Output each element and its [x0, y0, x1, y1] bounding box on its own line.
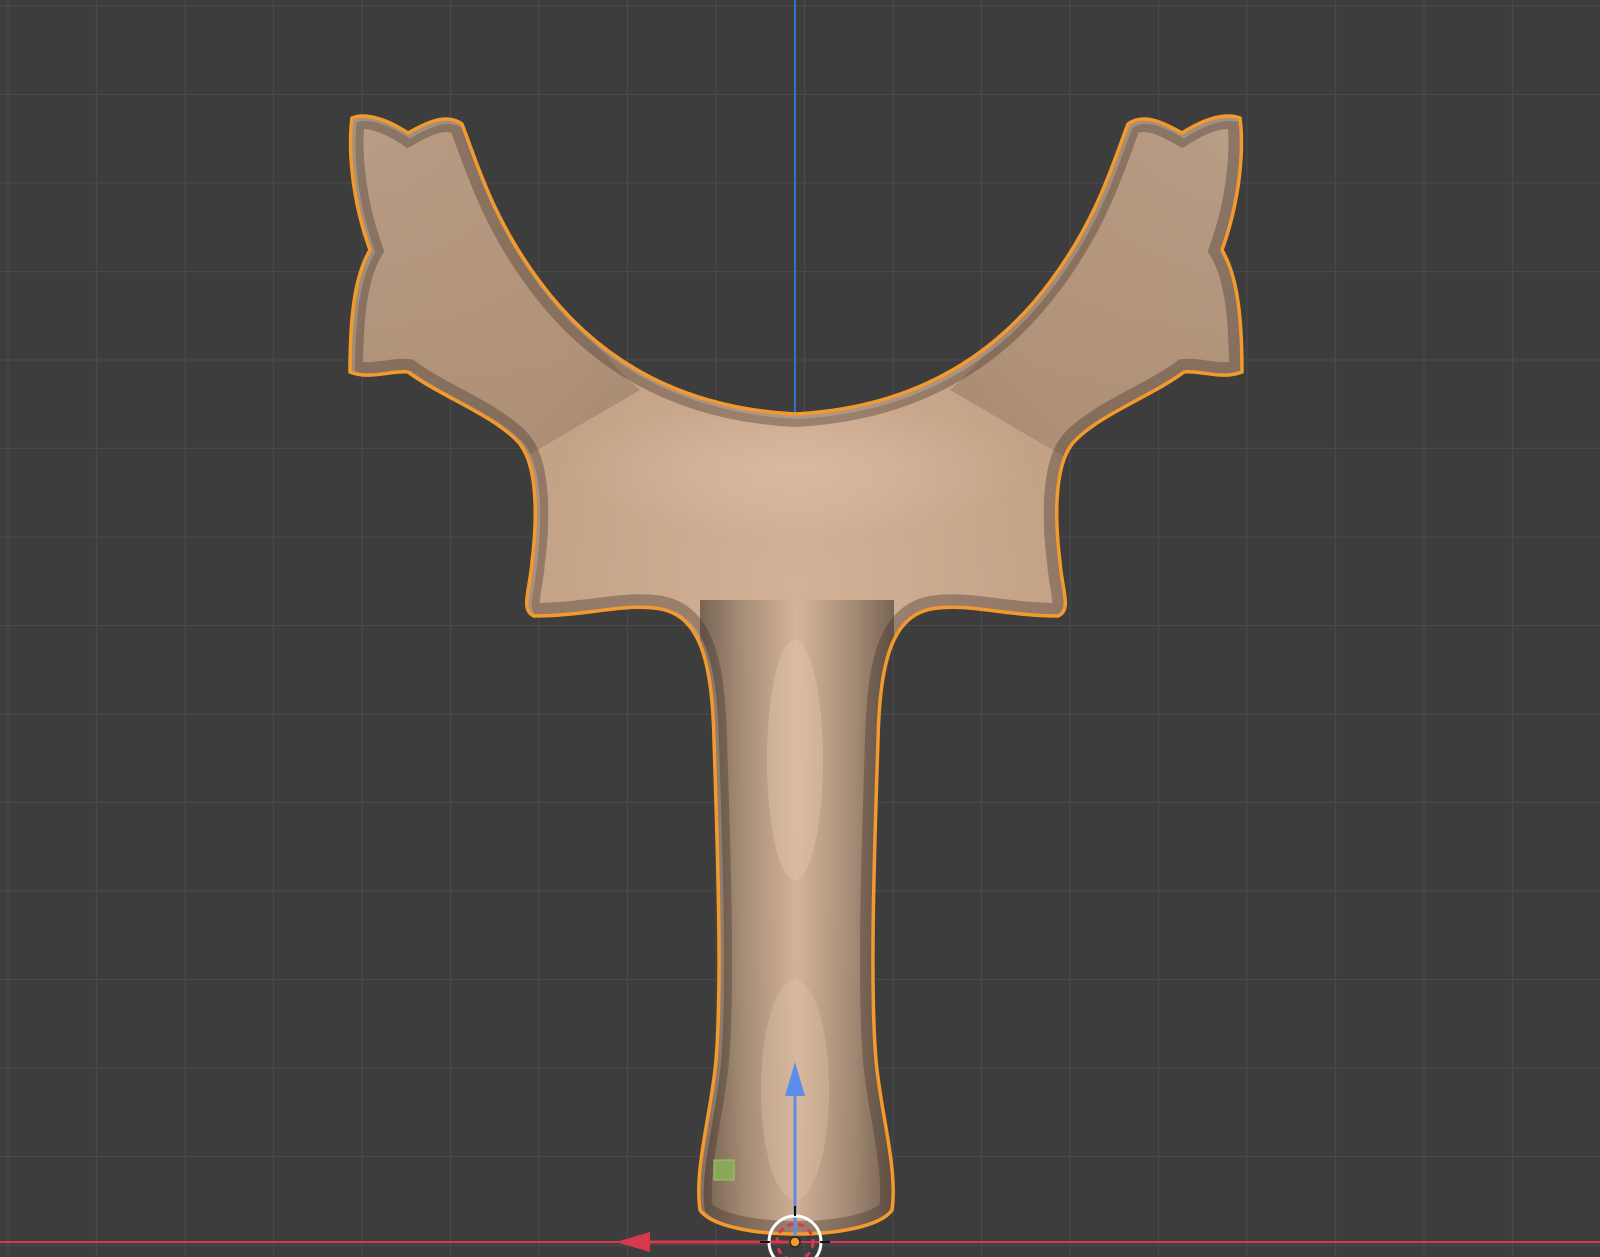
plane-handle-icon[interactable]: [713, 1159, 735, 1181]
3d-viewport[interactable]: [0, 0, 1600, 1257]
viewport-canvas[interactable]: [0, 0, 1600, 1257]
object-origin-dot[interactable]: [789, 1236, 801, 1248]
